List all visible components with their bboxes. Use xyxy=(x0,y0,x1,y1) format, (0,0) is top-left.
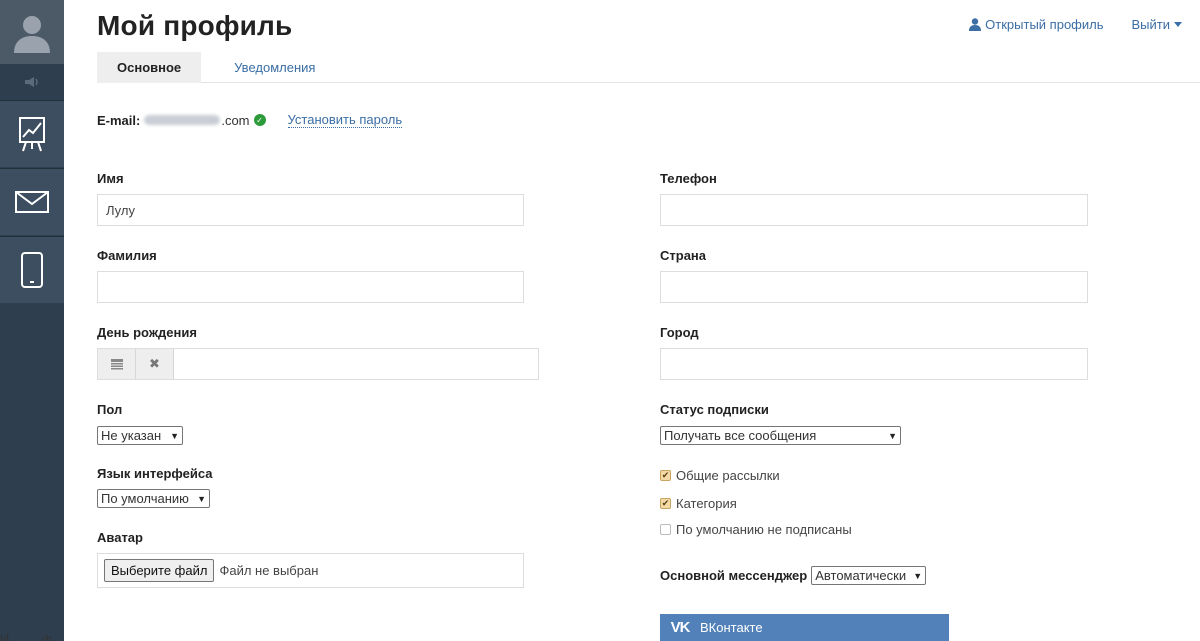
logout-label: Выйти xyxy=(1131,17,1171,32)
vk-connect-button[interactable]: VK ВКонтакте xyxy=(660,614,949,641)
city-input[interactable] xyxy=(660,348,1088,380)
birthday-input[interactable] xyxy=(174,349,538,379)
checkbox-category[interactable]: ✔ Категория xyxy=(660,496,737,511)
sidebar-item-mail[interactable] xyxy=(0,168,64,235)
name-input[interactable]: Лулу xyxy=(97,194,524,226)
chevron-down-icon: ▼ xyxy=(888,430,897,441)
email-domain: .com xyxy=(221,112,250,128)
checkbox-label: По умолчанию не подписаны xyxy=(676,522,852,537)
vk-label: ВКонтакте xyxy=(700,620,763,635)
avatar-file-field: Выберите файл Файл не выбран xyxy=(97,553,524,588)
language-select[interactable]: По умолчанию ▼ xyxy=(97,489,210,508)
sidebar xyxy=(0,0,64,641)
check-circle-icon: ✓ xyxy=(253,114,266,126)
email-label: E-mail: xyxy=(97,112,141,128)
messenger-label: Основной мессенджер xyxy=(660,568,808,583)
city-label: Город xyxy=(660,325,699,340)
file-status: Файл не выбран xyxy=(219,563,319,578)
checkbox-label: Категория xyxy=(676,496,737,511)
page-title: Мой профиль xyxy=(97,10,293,41)
birthday-label: День рождения xyxy=(97,325,197,340)
messenger-select[interactable]: Автоматически ▼ xyxy=(811,566,927,585)
tab-bar: Основное Уведомления xyxy=(97,52,1200,83)
user-avatar-icon[interactable] xyxy=(0,0,64,64)
logout-dropdown[interactable]: Выйти xyxy=(1131,17,1182,32)
chevron-down-icon: ▼ xyxy=(170,430,179,441)
caret-down-icon xyxy=(1174,22,1182,27)
gender-label: Пол xyxy=(97,402,123,417)
subscription-value: Получать все сообщения xyxy=(664,428,817,443)
vk-icon: VK xyxy=(670,619,691,636)
mail-icon xyxy=(15,191,49,213)
language-value: По умолчанию xyxy=(101,491,189,506)
language-label: Язык интерфейса xyxy=(97,466,213,481)
chevron-down-icon: ▼ xyxy=(913,570,923,581)
phone-icon xyxy=(21,252,43,288)
open-profile-link[interactable]: Открытый профиль xyxy=(969,17,1104,32)
gender-value: Не указан xyxy=(101,428,162,443)
sidebar-item-mobile[interactable] xyxy=(0,236,64,303)
surname-label: Фамилия xyxy=(97,248,157,263)
choose-file-button[interactable]: Выберите файл xyxy=(104,559,215,582)
bottom-partial-text: И ф xyxy=(0,632,53,641)
subscription-select[interactable]: Получать все сообщения ▼ xyxy=(660,426,901,445)
speaker-icon[interactable] xyxy=(0,64,64,100)
chevron-down-icon: ▼ xyxy=(197,493,206,504)
checkbox-label: Общие рассылки xyxy=(676,468,780,483)
messenger-row: Основной мессенджер Автоматически ▼ xyxy=(660,566,927,585)
set-password-link[interactable]: Установить пароль xyxy=(287,112,403,128)
phone-label: Телефон xyxy=(660,171,717,186)
gender-select[interactable]: Не указан ▼ xyxy=(97,426,183,445)
checkbox-default-unsubscribed[interactable]: По умолчанию не подписаны xyxy=(660,522,852,537)
calendar-icon[interactable] xyxy=(98,349,136,379)
checkbox-unchecked-icon[interactable] xyxy=(660,524,671,535)
checkbox-checked-icon[interactable]: ✔ xyxy=(660,498,671,509)
phone-input[interactable] xyxy=(660,194,1088,226)
clear-icon[interactable]: ✖ xyxy=(136,349,174,379)
email-blurred xyxy=(144,115,221,125)
sidebar-item-stats[interactable] xyxy=(0,100,64,167)
name-label: Имя xyxy=(97,171,124,186)
country-label: Страна xyxy=(660,248,707,263)
messenger-value: Автоматически xyxy=(815,568,907,583)
person-icon xyxy=(969,18,982,31)
birthday-field: ✖ xyxy=(97,348,539,380)
chart-icon xyxy=(19,117,45,152)
country-input[interactable] xyxy=(660,271,1088,303)
email-row: E-mail: .com ✓ Установить пароль xyxy=(97,112,403,128)
surname-input[interactable] xyxy=(97,271,524,303)
checkbox-checked-icon[interactable]: ✔ xyxy=(660,470,671,481)
open-profile-label: Открытый профиль xyxy=(985,17,1104,32)
tab-notifications[interactable]: Уведомления xyxy=(201,52,335,83)
checkbox-general[interactable]: ✔ Общие рассылки xyxy=(660,468,780,483)
tab-main[interactable]: Основное xyxy=(97,52,202,83)
avatar-label: Аватар xyxy=(97,530,143,545)
subscription-label: Статус подписки xyxy=(660,402,769,417)
